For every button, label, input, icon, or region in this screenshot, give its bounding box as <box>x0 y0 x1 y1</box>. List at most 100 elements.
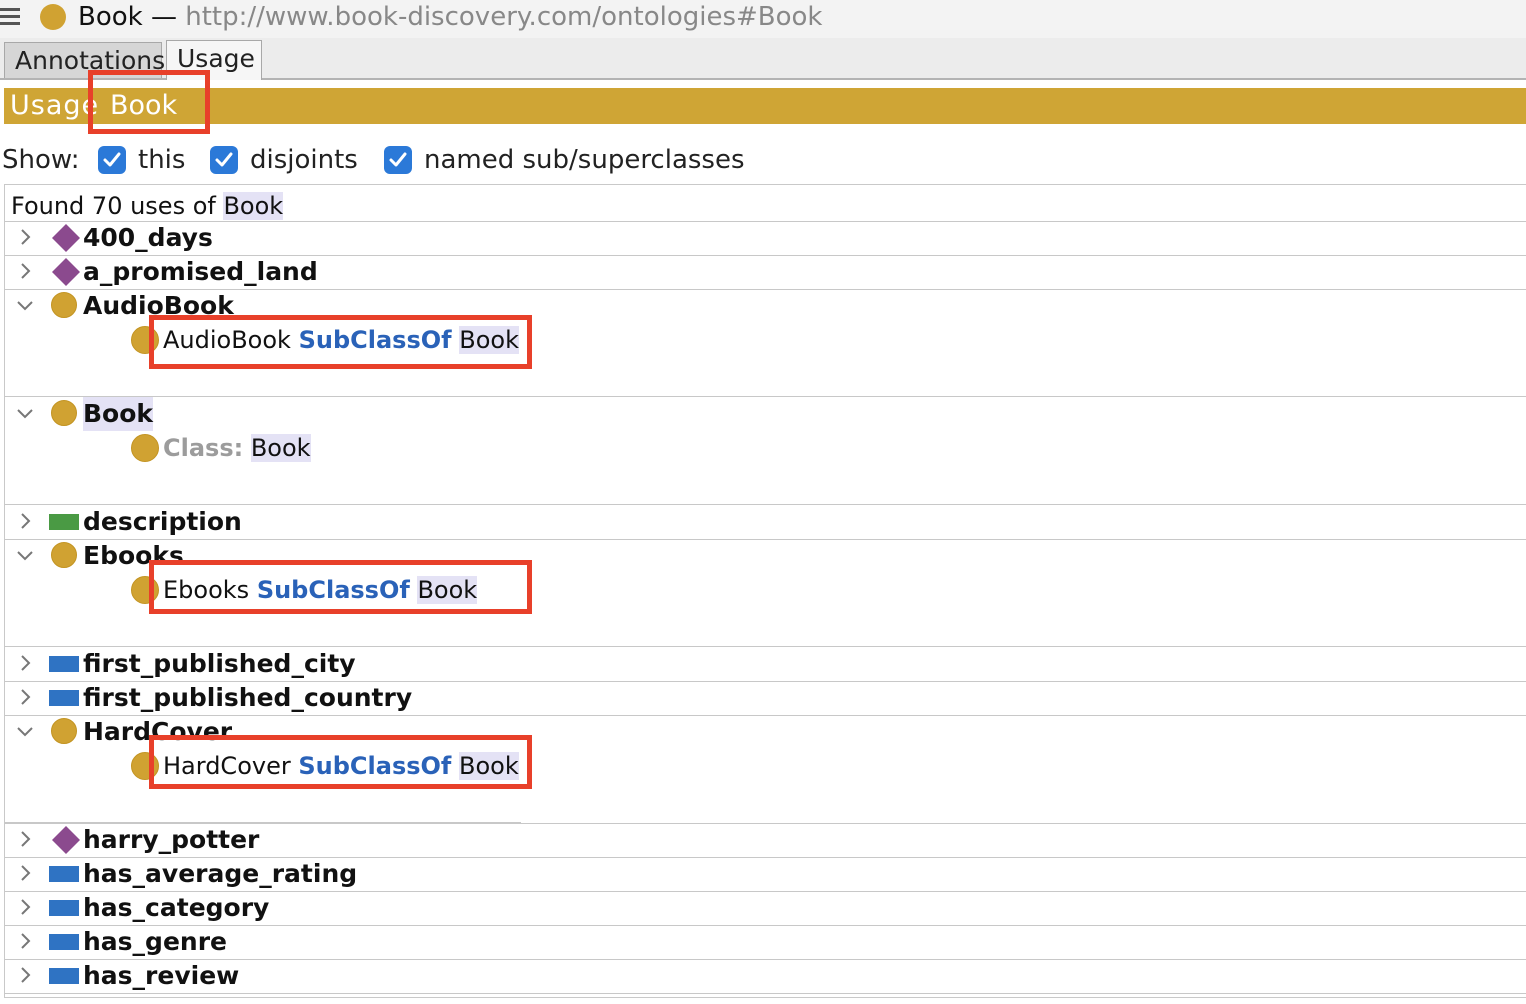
chevron-right-icon[interactable] <box>15 827 35 851</box>
object-property-icon <box>49 690 79 706</box>
checkmark-icon <box>103 152 121 167</box>
list-item[interactable]: Ebooks <box>5 539 1526 573</box>
axiom-object: Book <box>417 576 478 604</box>
item-label: description <box>83 507 242 536</box>
individual-icon <box>52 258 80 286</box>
axiom-keyword: SubClassOf <box>256 576 410 604</box>
item-label: AudioBook <box>83 291 234 320</box>
usage-results-list[interactable]: Found 70 uses of Book 400_days a_promise… <box>4 184 1526 998</box>
show-filter-row: Show: this disjoints named sub/superclas… <box>0 142 1526 182</box>
item-label: first_published_country <box>83 683 413 712</box>
axiom-row[interactable]: Class: Book <box>5 431 1526 465</box>
class-icon <box>51 400 77 426</box>
item-label: has_category <box>83 893 270 922</box>
item-label: harry_potter <box>83 825 260 854</box>
entity-iri: http://www.book-discovery.com/ontologies… <box>185 2 823 32</box>
usage-header-entity: Book <box>110 90 178 121</box>
this-checkbox-label[interactable]: this <box>138 144 185 176</box>
show-label: Show: <box>2 145 80 175</box>
tab-annotations[interactable]: Annotations <box>4 42 165 78</box>
entity-name: Book <box>78 2 143 32</box>
chevron-right-icon[interactable] <box>15 895 35 919</box>
chevron-right-icon[interactable] <box>15 685 35 709</box>
axiom-text: Ebooks SubClassOf Book <box>163 573 478 607</box>
class-icon <box>131 434 159 462</box>
item-label: has_average_rating <box>83 859 358 888</box>
chevron-right-icon[interactable] <box>15 861 35 885</box>
found-summary: Found 70 uses of Book <box>11 191 284 221</box>
axiom-subject: HardCover <box>163 752 291 780</box>
object-property-icon <box>49 900 79 916</box>
named-sub-superclasses-checkbox-label[interactable]: named sub/superclasses <box>424 144 745 176</box>
chevron-down-icon[interactable] <box>15 293 35 317</box>
chevron-right-icon[interactable] <box>15 651 35 675</box>
item-label: 400_days <box>83 223 213 252</box>
class-icon <box>51 542 77 568</box>
title-separator: — <box>142 2 186 32</box>
list-item[interactable]: has_review <box>5 959 1526 993</box>
list-item[interactable]: description <box>5 505 1526 539</box>
axiom-row[interactable]: AudioBook SubClassOf Book <box>5 323 1526 357</box>
item-label: HardCover <box>83 717 233 746</box>
checkmark-icon <box>389 152 407 167</box>
individual-icon <box>52 826 80 854</box>
axiom-text: Class: Book <box>163 431 311 465</box>
chevron-right-icon[interactable] <box>15 225 35 249</box>
axiom-subject: AudioBook <box>163 326 291 354</box>
menu-icon[interactable] <box>0 6 22 26</box>
item-label: a_promised_land <box>83 257 318 286</box>
checkmark-icon <box>215 152 233 167</box>
found-prefix: Found 70 uses of <box>11 192 224 220</box>
item-label: Book <box>83 397 154 431</box>
found-entity: Book <box>223 192 284 220</box>
chevron-down-icon[interactable] <box>15 543 35 567</box>
axiom-keyword: Class: <box>163 434 244 462</box>
object-property-icon <box>49 866 79 882</box>
data-property-icon <box>49 514 79 530</box>
list-item[interactable]: Book <box>5 397 1526 431</box>
list-item[interactable]: has_average_rating <box>5 857 1526 891</box>
list-item[interactable]: HardCover <box>5 715 1526 749</box>
object-property-icon <box>49 968 79 984</box>
list-item[interactable]: has_genre <box>5 925 1526 959</box>
list-item[interactable]: a_promised_land <box>5 255 1526 289</box>
class-icon <box>40 4 66 30</box>
chevron-right-icon[interactable] <box>15 929 35 953</box>
individual-icon <box>52 224 80 252</box>
chevron-right-icon[interactable] <box>15 509 35 533</box>
usage-header-label: Usage <box>10 90 100 121</box>
list-item[interactable]: harry_potter <box>5 823 1526 857</box>
this-checkbox[interactable] <box>98 146 126 174</box>
axiom-keyword: SubClassOf <box>298 326 452 354</box>
item-label: has_genre <box>83 927 227 956</box>
list-item[interactable]: first_published_country <box>5 681 1526 715</box>
class-icon <box>131 752 159 780</box>
tab-strip: Annotations Usage <box>0 38 1526 80</box>
class-icon <box>51 292 77 318</box>
tab-usage[interactable]: Usage <box>166 40 262 80</box>
disjoints-checkbox-label[interactable]: disjoints <box>250 144 358 176</box>
disjoints-checkbox[interactable] <box>210 146 238 174</box>
list-item[interactable]: AudioBook <box>5 289 1526 323</box>
object-property-icon <box>49 934 79 950</box>
axiom-text: AudioBook SubClassOf Book <box>163 323 519 357</box>
axiom-row[interactable]: Ebooks SubClassOf Book <box>5 573 1526 607</box>
list-item[interactable]: 400_days <box>5 221 1526 255</box>
chevron-right-icon[interactable] <box>15 259 35 283</box>
axiom-object: Book <box>250 434 311 462</box>
axiom-object: Book <box>459 752 519 780</box>
chevron-down-icon[interactable] <box>15 719 35 743</box>
title-bar: Book — http://www.book-discovery.com/ont… <box>0 0 1526 38</box>
list-item[interactable]: first_published_city <box>5 647 1526 681</box>
chevron-down-icon[interactable] <box>15 401 35 425</box>
chevron-right-icon[interactable] <box>15 963 35 987</box>
class-icon <box>51 718 77 744</box>
class-icon <box>131 326 159 354</box>
named-sub-superclasses-checkbox[interactable] <box>384 146 412 174</box>
axiom-keyword: SubClassOf <box>298 752 452 780</box>
list-item[interactable]: has_category <box>5 891 1526 925</box>
axiom-text: HardCover SubClassOf Book <box>163 749 519 783</box>
axiom-row[interactable]: HardCover SubClassOf Book <box>5 749 1526 783</box>
item-label: Ebooks <box>83 541 184 570</box>
item-label: first_published_city <box>83 649 356 678</box>
